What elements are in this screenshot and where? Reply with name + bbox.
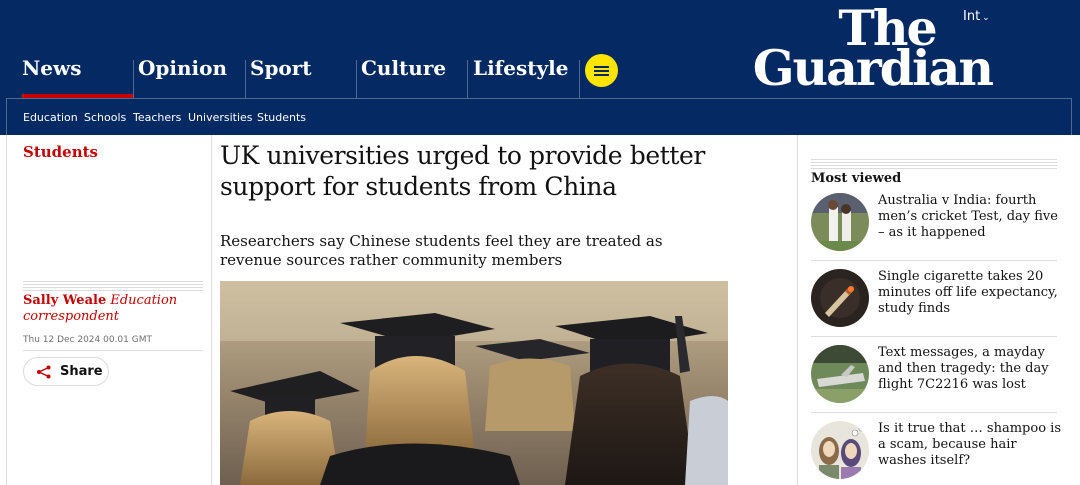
section-label[interactable]: Students (23, 143, 98, 161)
most-viewed-headline: Text messages, a mayday and then tragedy… (878, 345, 1049, 392)
pillar-divider (133, 60, 134, 98)
subnav-divider (6, 98, 1072, 99)
share-button[interactable]: Share (23, 357, 109, 386)
subnav-universities[interactable]: Universities (188, 111, 253, 124)
dotted-divider (23, 281, 203, 291)
graduates-photo (220, 281, 728, 485)
most-viewed-title: Most viewed (811, 171, 902, 186)
most-viewed-item[interactable]: Single cigarette takes 20 minutes off li… (811, 269, 1058, 339)
pillar-nav: News Opinion Sport Culture Lifestyle (0, 0, 640, 98)
publish-date: Thu 12 Dec 2024 00.01 GMT (23, 335, 152, 345)
article-headline: UK universities urged to provide better … (220, 141, 705, 201)
pillar-divider (579, 60, 580, 98)
guardian-logo[interactable]: The Guardian (722, 0, 994, 97)
subnav-schools[interactable]: Schools (84, 111, 126, 124)
item-divider (811, 412, 1057, 413)
article-meta-column: Students Sally Weale Education correspon… (6, 135, 212, 485)
meta-divider (23, 350, 203, 351)
most-viewed-headline: Is it true that … shampoo is a scam, bec… (878, 421, 1061, 468)
subnav-teachers[interactable]: Teachers (133, 111, 181, 124)
menu-icon-line (594, 70, 609, 72)
subnav-students[interactable]: Students (257, 111, 306, 124)
dotted-divider (811, 159, 1057, 169)
item-divider (811, 336, 1057, 337)
thumbnail-plane-crash (811, 345, 869, 403)
thumbnail-cricket (811, 193, 869, 251)
item-divider (811, 260, 1057, 261)
most-viewed-headline: Single cigarette takes 20 minutes off li… (878, 269, 1058, 316)
most-viewed-headline: Australia v India: fourth men’s cricket … (878, 193, 1058, 240)
masthead: News Opinion Sport Culture Lifestyle Int… (0, 0, 1080, 135)
menu-icon-line (594, 74, 609, 76)
most-viewed-column: Most viewed Australia v India: fourth me… (797, 135, 1080, 485)
author-name[interactable]: Sally Weale (23, 293, 106, 308)
pillar-divider (467, 60, 468, 98)
byline: Sally Weale Education correspondent (23, 293, 203, 325)
most-viewed-item[interactable]: Is it true that … shampoo is a scam, bec… (811, 421, 1061, 485)
most-viewed-item[interactable]: Text messages, a mayday and then tragedy… (811, 345, 1057, 415)
pillar-divider (356, 60, 357, 98)
most-viewed-item[interactable]: Australia v India: fourth men’s cricket … (811, 193, 1058, 263)
pillar-divider (245, 60, 246, 98)
thumbnail-shampoo-illustration (811, 421, 869, 479)
share-icon (37, 365, 51, 379)
menu-icon-line (594, 66, 609, 68)
article-main-image[interactable] (220, 281, 728, 485)
share-label: Share (60, 364, 103, 379)
logo-guardian: Guardian (752, 39, 994, 97)
subnav-education[interactable]: Education (23, 111, 78, 124)
article-standfirst: Researchers say Chinese students feel th… (220, 232, 663, 269)
thumbnail-cigarette (811, 269, 869, 327)
sub-navigation: Education Schools Teachers Universities … (6, 98, 1072, 135)
menu-button[interactable] (585, 54, 618, 87)
